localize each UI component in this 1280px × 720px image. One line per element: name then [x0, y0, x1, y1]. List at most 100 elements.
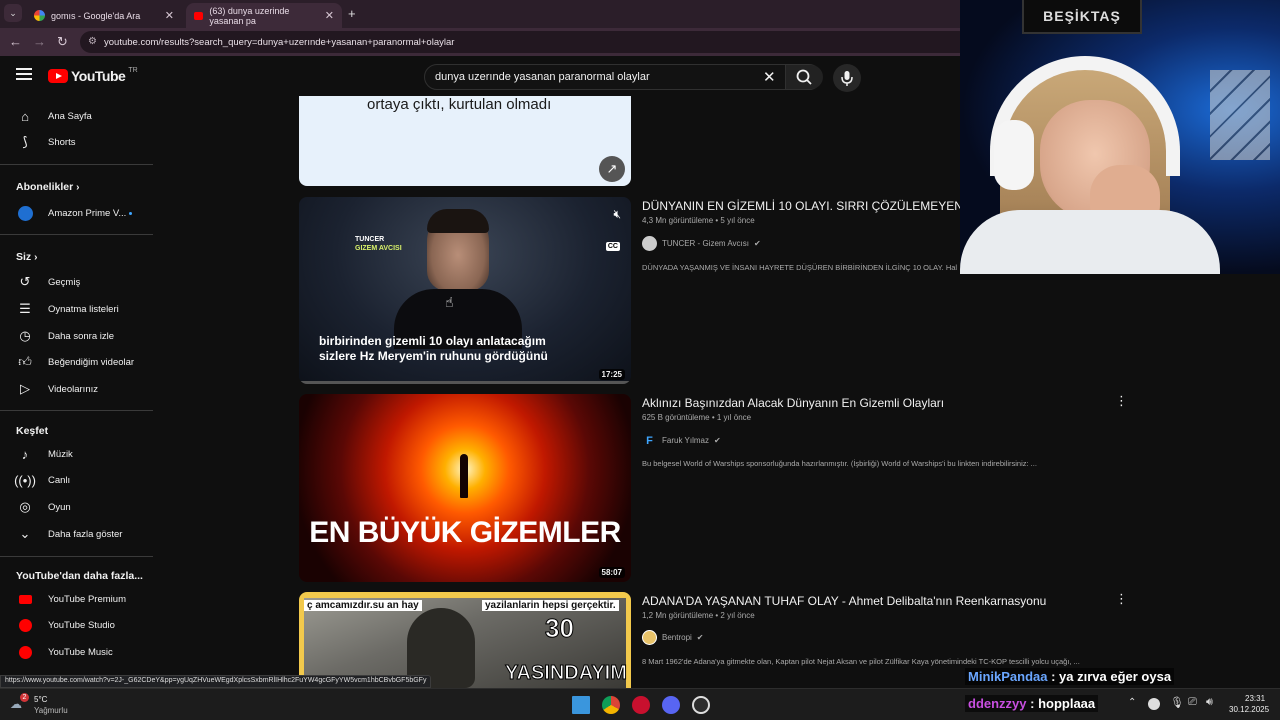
sidebar-item-youtube-premium[interactable]: YouTube Premium: [0, 586, 156, 612]
channel-name: TUNCER - Gizem Avcısı: [662, 239, 749, 248]
video-duration: 17:25: [598, 369, 625, 380]
subscriptions-heading[interactable]: Abonelikler ›: [16, 181, 79, 193]
windows-start-icon[interactable]: [572, 696, 590, 714]
webcam-banner: BEŞİKTAŞ: [1022, 0, 1142, 34]
discord-icon[interactable]: [662, 696, 680, 714]
sidebar-item-label: Daha fazla göster: [48, 528, 123, 540]
channel-name: Bentropi: [662, 633, 692, 642]
channel-link[interactable]: TUNCER - Gizem Avcısı ✔: [642, 236, 761, 251]
video-duration: 58:07: [598, 567, 625, 578]
chevron-down-icon: ⌄: [19, 526, 31, 541]
webcam-wall-photos: [1210, 70, 1270, 160]
captions-icon[interactable]: CC: [605, 242, 620, 251]
channel-link[interactable]: Bentropi ✔: [642, 630, 704, 645]
sidebar-item-show-more[interactable]: ⌄ Daha fazla göster: [0, 521, 156, 547]
like-icon: 👍︎: [18, 354, 32, 369]
close-tab-icon[interactable]: ✕: [325, 9, 334, 22]
reload-icon[interactable]: ↻: [57, 34, 68, 50]
sidebar-divider: [0, 164, 153, 165]
open-external-icon[interactable]: ↗: [599, 156, 625, 182]
thumbnail-silhouette: [460, 454, 468, 498]
video-thumbnail[interactable]: TUNCER GIZEM AVCISI birbirinden gizemli …: [299, 197, 631, 384]
video-thumbnail[interactable]: ç amcamızdır.su an hay yazilanlarin heps…: [299, 592, 631, 688]
sidebar-item-shorts[interactable]: ⟆ Shorts: [0, 129, 156, 155]
sidebar-item-music[interactable]: ♪ Müzik: [0, 441, 156, 467]
thumbnail-text: EN BÜYÜK GİZEMLER: [309, 516, 621, 549]
sidebar-item-gaming[interactable]: ◎ Oyun: [0, 494, 156, 520]
tray-network-icon[interactable]: ⎚: [1188, 696, 1197, 709]
sidebar-item-label: Geçmiş: [48, 276, 81, 288]
search-input-value: dunya uzerınde yasanan paranormal olayla…: [435, 71, 650, 83]
video-meta: 4,3 Mn görüntüleme • 5 yıl önce: [642, 216, 755, 225]
youtube-logo-text: YouTube: [71, 68, 126, 84]
youtube-header: YouTube TR dunya uzerınde yasanan parano…: [0, 56, 960, 96]
you-heading[interactable]: Siz ›: [16, 251, 37, 263]
tab-list-dropdown-button[interactable]: ⌄: [4, 4, 22, 22]
sidebar-item-history[interactable]: ↺ Geçmiş: [0, 269, 156, 295]
more-actions-icon[interactable]: ⋮: [1115, 591, 1128, 607]
clock-time[interactable]: 23:31: [1245, 694, 1265, 703]
site-info-icon[interactable]: ⚙: [88, 36, 97, 47]
clear-search-icon[interactable]: ✕: [763, 68, 776, 86]
sidebar-item-label: YouTube Premium: [48, 593, 126, 605]
watch-later-icon: ◷: [19, 328, 31, 343]
obs-icon[interactable]: [692, 696, 710, 714]
tab-google-search[interactable]: gomıs - Google'da Ara ✕: [26, 3, 182, 28]
sidebar-item-label: Canlı: [48, 474, 71, 486]
voice-search-button[interactable]: [833, 64, 861, 92]
sidebar-item-label: YouTube Studio: [48, 619, 115, 631]
video-title[interactable]: Aklınızı Başınızdan Alacak Dünyanın En G…: [642, 396, 944, 410]
tab-youtube-search[interactable]: (63) dunya uzerinde yasanan pa ✕: [186, 3, 342, 28]
your-videos-icon: ▷: [20, 381, 30, 396]
chevron-right-icon: ›: [76, 182, 80, 193]
close-tab-icon[interactable]: ✕: [165, 9, 174, 22]
sidebar-item-live[interactable]: ((•)) Canlı: [0, 467, 156, 493]
sidebar-item-home[interactable]: ⌂ Ana Sayfa: [0, 103, 156, 129]
weather-temp: 5°C: [34, 695, 48, 704]
sidebar-item-your-videos[interactable]: ▷ Videolarınız: [0, 376, 156, 402]
tray-chevron-up-icon[interactable]: ⌃: [1128, 697, 1136, 708]
tray-mic-icon[interactable]: 🎙︎: [1170, 696, 1184, 709]
webcam-hoodie: [960, 210, 1220, 274]
forward-arrow-icon[interactable]: →: [33, 34, 46, 49]
sidebar-item-amazon-prime[interactable]: Amazon Prime V...: [0, 200, 156, 226]
video-title[interactable]: DÜNYANIN EN GİZEMLİ 10 OLAYI. SIRRI ÇÖZÜ…: [642, 199, 986, 213]
mouse-cursor-icon: ☝︎: [445, 294, 454, 310]
youtube-premium-icon: [16, 590, 34, 608]
tray-app-icon[interactable]: [1148, 698, 1160, 710]
search-input[interactable]: dunya uzerınde yasanan paranormal olayla…: [424, 64, 823, 90]
sidebar-item-liked-videos[interactable]: 👍︎ Beğendiğim videolar: [0, 349, 156, 375]
mute-icon[interactable]: 🔇︎: [613, 207, 621, 222]
sidebar-divider: [0, 234, 153, 235]
webcam-overlay: BEŞİKTAŞ: [960, 0, 1280, 274]
tray-volume-icon[interactable]: 🔊︎: [1206, 696, 1213, 709]
thumbnail-banner: yazilanlarin hepsi gerçektir.: [482, 600, 619, 611]
clock-date[interactable]: 30.12.2025: [1229, 705, 1269, 714]
sidebar-item-playlists[interactable]: ☰ Oynatma listeleri: [0, 296, 156, 322]
back-arrow-icon[interactable]: ←: [9, 34, 22, 49]
app-icon[interactable]: [632, 696, 650, 714]
new-tab-button[interactable]: +: [348, 6, 356, 21]
channel-link[interactable]: F Faruk Yılmaz ✔: [642, 433, 721, 448]
video-description: Bu belgesel World of Warships sponsorluğ…: [642, 459, 1037, 468]
chrome-icon[interactable]: [602, 696, 620, 714]
sidebar-item-youtube-music[interactable]: YouTube Music: [0, 639, 156, 665]
video-thumbnail[interactable]: EN BÜYÜK GİZEMLER 58:07: [299, 394, 631, 582]
youtube-logo[interactable]: YouTube TR: [48, 67, 138, 84]
youtube-favicon-icon: [194, 11, 204, 20]
video-description: 8 Mart 1962'de Adana'ya gitmekte olan, K…: [642, 657, 1080, 666]
search-button[interactable]: [785, 65, 823, 89]
playlists-icon: ☰: [19, 301, 31, 316]
sidebar-item-watch-later[interactable]: ◷ Daha sonra izle: [0, 323, 156, 349]
more-actions-icon[interactable]: ⋮: [1115, 393, 1128, 409]
video-title[interactable]: ADANA'DA YAŞANAN TUHAF OLAY - Ahmet Deli…: [642, 594, 1046, 608]
sidebar-item-label: Amazon Prime V...: [48, 207, 127, 219]
video-thumbnail[interactable]: ortaya çıktı, kurtulan olmadı ↗: [299, 96, 631, 186]
chat-text: ya zırva eğer oysa: [1059, 669, 1172, 684]
hamburger-menu-icon[interactable]: [16, 68, 32, 80]
sidebar-item-youtube-studio[interactable]: YouTube Studio: [0, 612, 156, 638]
sidebar-divider: [0, 410, 153, 411]
weather-widget[interactable]: ☁︎ 2 5°C Yağmurlu: [10, 693, 80, 717]
youtube-studio-icon: [16, 616, 34, 634]
more-from-youtube-heading: YouTube'dan daha fazla...: [16, 570, 143, 582]
